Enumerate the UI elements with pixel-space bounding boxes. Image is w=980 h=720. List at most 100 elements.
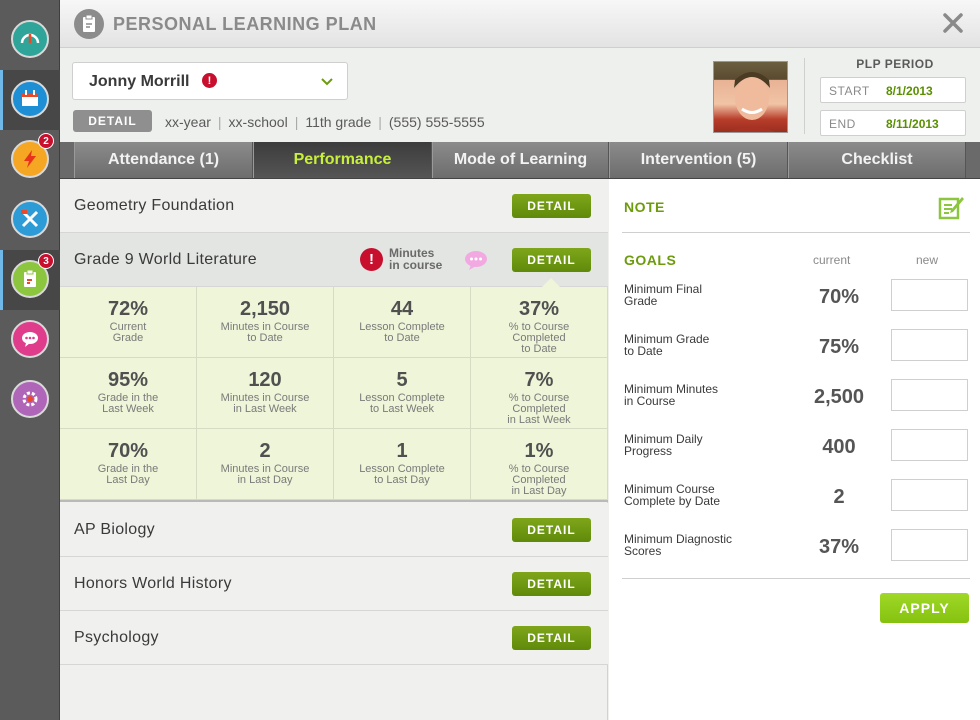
- goal-new-input[interactable]: [891, 279, 968, 311]
- stat-label: Lesson Complete to Last Week: [334, 393, 470, 415]
- stat-label: Minutes in Course in Last Day: [197, 464, 333, 486]
- stat-cell: 44 Lesson Complete to Date: [334, 287, 471, 358]
- goal-label: Minimum Grade to Date: [624, 333, 709, 357]
- student-info: xx-year | xx-school | 11th grade | (555) 555-5…: [165, 114, 485, 130]
- tab-intervention[interactable]: Intervention (5): [609, 142, 788, 178]
- student-header: Jonny Morrill ! DETAIL xx-year | xx-school…: [60, 48, 980, 144]
- stat-value: 70%: [107, 440, 149, 462]
- plp-period-title: PLP PERIOD: [856, 57, 934, 71]
- stat-label-line: to Date: [247, 332, 283, 344]
- clipboard-icon: [74, 9, 104, 39]
- separator: |: [217, 114, 222, 130]
- nav-item-calendar[interactable]: [0, 70, 60, 130]
- stat-label-line: in Last Week: [507, 414, 571, 426]
- tab-attendance[interactable]: Attendance (1): [74, 142, 253, 178]
- course-detail-button[interactable]: DETAIL: [512, 518, 591, 542]
- end-date-field[interactable]: END 8/11/2013: [820, 110, 966, 136]
- nav-item-alerts[interactable]: 2: [0, 130, 60, 190]
- stat-cell: 120 Minutes in Course in Last Week: [197, 358, 334, 429]
- end-label: END: [829, 117, 856, 131]
- student-detail-button[interactable]: DETAIL: [73, 110, 152, 132]
- divider: [622, 578, 970, 579]
- course-detail-button[interactable]: DETAIL: [512, 626, 591, 650]
- course-detail-button[interactable]: DETAIL: [512, 248, 591, 272]
- goal-label-line: Grade: [624, 294, 658, 308]
- course-name: Grade 9 World Literature: [74, 251, 257, 268]
- chat-icon: [11, 320, 49, 358]
- course-detail-button[interactable]: DETAIL: [512, 572, 591, 596]
- title-bar: PERSONAL LEARNING PLAN: [60, 0, 980, 48]
- course-row-biology[interactable]: AP Biology DETAIL: [60, 503, 608, 557]
- goal-new-input[interactable]: [891, 329, 968, 361]
- stat-cell: 5 Lesson Complete to Last Week: [334, 358, 471, 429]
- stat-cell: 1 Lesson Complete to Last Day: [334, 429, 471, 500]
- message-icon[interactable]: [463, 249, 489, 271]
- warning-icon: !: [360, 248, 383, 271]
- stat-label: Minutes in Course to Date: [197, 322, 333, 344]
- stat-value: 1%: [524, 440, 554, 462]
- nav-item-tools[interactable]: [0, 190, 60, 250]
- tab-performance[interactable]: Performance: [253, 142, 432, 178]
- calendar-icon: [11, 80, 49, 118]
- course-name: Psychology: [74, 629, 159, 646]
- divider: [622, 232, 970, 233]
- separator: |: [294, 114, 299, 130]
- nav-item-dashboard[interactable]: [0, 10, 60, 70]
- goal-label: Minimum Daily Progress: [624, 433, 703, 457]
- course-row-psychology[interactable]: Psychology DETAIL: [60, 611, 608, 665]
- goal-new-input[interactable]: [891, 379, 968, 411]
- goal-label-line: Progress: [624, 444, 673, 458]
- course-row-history[interactable]: Honors World History DETAIL: [60, 557, 608, 611]
- student-grade: 11th grade: [305, 114, 372, 130]
- goal-label: Minimum Course Complete by Date: [624, 483, 720, 507]
- goal-new-input[interactable]: [891, 529, 968, 561]
- expand-caret: [542, 278, 560, 287]
- course-detail-button[interactable]: DETAIL: [512, 194, 591, 218]
- tab-bar: Attendance (1) Performance Mode of Learn…: [60, 142, 980, 179]
- course-row-geometry[interactable]: Geometry Foundation DETAIL: [60, 179, 608, 233]
- stat-cell: 95% Grade in the Last Week: [60, 358, 197, 429]
- close-icon[interactable]: [942, 12, 964, 34]
- stat-label-line: to Date: [521, 343, 557, 355]
- stat-value: 5: [396, 369, 408, 391]
- stat-cell: 72% Current Grade: [60, 287, 197, 358]
- stat-label-line: Grade: [112, 332, 144, 344]
- nav-item-messages[interactable]: [0, 310, 60, 370]
- edit-note-icon[interactable]: [937, 193, 965, 221]
- course-name: Geometry Foundation: [74, 197, 235, 214]
- student-selector[interactable]: Jonny Morrill !: [72, 62, 348, 100]
- note-label: NOTE: [624, 199, 665, 215]
- stat-label: Lesson Complete to Date: [334, 322, 470, 344]
- warning-text-line: in course: [389, 258, 443, 272]
- notification-badge: 2: [38, 133, 54, 149]
- goal-new-input[interactable]: [891, 429, 968, 461]
- stat-cell: 1%% to Course Completed in Last Day: [471, 429, 608, 500]
- nav-item-settings[interactable]: [0, 370, 60, 430]
- goal-current-value: 2: [833, 486, 845, 508]
- stat-value: 44: [390, 298, 414, 320]
- tab-mode-of-learning[interactable]: Mode of Learning: [432, 142, 609, 178]
- course-row-literature[interactable]: Grade 9 World Literature ! Minutes in cou…: [60, 233, 608, 287]
- stat-cell: 7%% to Course Completed in Last Week: [471, 358, 608, 429]
- goal-new-input[interactable]: [891, 479, 968, 511]
- stat-cell: 2 Minutes in Course in Last Day: [197, 429, 334, 500]
- start-date-field[interactable]: START 8/1/2013: [820, 77, 966, 103]
- tab-checklist[interactable]: Checklist: [788, 142, 966, 178]
- stat-label-line: in Last Day: [237, 474, 293, 486]
- stat-label-line: in Last Day: [511, 485, 567, 497]
- stat-label: % to Course Completed in Last Day: [471, 464, 607, 497]
- course-list: Geometry Foundation DETAIL Grade 9 World…: [60, 179, 608, 720]
- nav-item-plp[interactable]: 3: [0, 250, 60, 310]
- warning-text: Minutes in course: [389, 247, 442, 271]
- divider: [804, 58, 805, 134]
- stat-label: Grade in the Last Day: [60, 464, 196, 486]
- student-phone: (555) 555-5555: [388, 114, 485, 130]
- stat-label-line: in Last Week: [233, 403, 297, 415]
- stat-label: Lesson Complete to Last Day: [334, 464, 470, 486]
- stat-cell: 2,150 Minutes in Course to Date: [197, 287, 334, 358]
- goal-label: Minimum Diagnostic Scores: [624, 533, 732, 557]
- apply-button[interactable]: APPLY: [880, 593, 969, 623]
- page-title: PERSONAL LEARNING PLAN: [113, 14, 377, 34]
- notification-badge: 3: [38, 253, 54, 269]
- stat-label-line: Last Week: [102, 403, 154, 415]
